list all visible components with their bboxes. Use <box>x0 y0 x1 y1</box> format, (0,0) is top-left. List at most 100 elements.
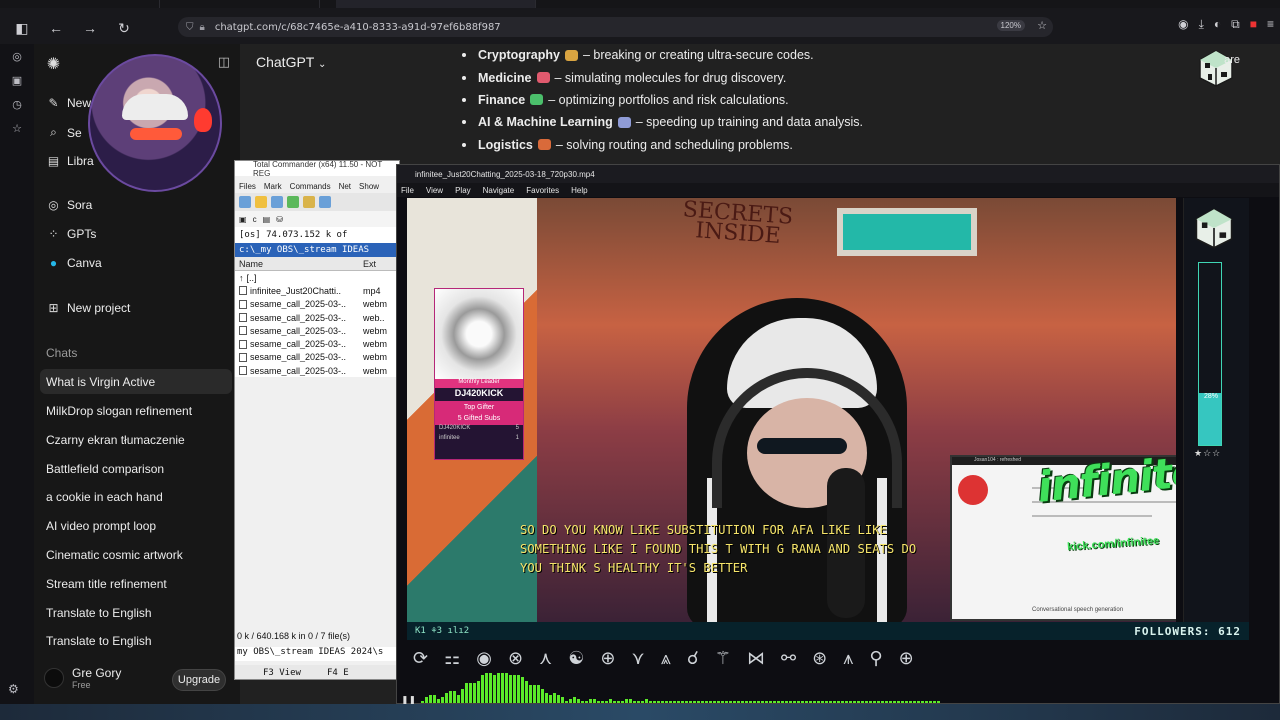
tc-menu-commands[interactable]: Commands <box>290 182 331 191</box>
waveform-bar <box>793 701 796 703</box>
drive-letter[interactable]: c <box>253 215 257 224</box>
chat-item[interactable]: Translate to English <box>40 600 232 625</box>
tree-icon[interactable] <box>271 196 283 208</box>
chat-item[interactable]: What is Virgin Active <box>40 369 232 394</box>
waveform-bar <box>469 683 472 703</box>
reload-icon[interactable]: ↻ <box>112 16 136 40</box>
upgrade-button[interactable]: Upgrade <box>172 669 226 691</box>
new-project-button[interactable]: ⊞ New project <box>46 301 130 315</box>
video-frame[interactable]: SECRETS INSIDE Monthly Leader DJ420KICK T… <box>407 198 1176 622</box>
player-menu-play[interactable]: Play <box>455 186 471 195</box>
waveform-bar <box>485 673 488 703</box>
browser-tab-active[interactable] <box>336 0 536 8</box>
player-menu-favorites[interactable]: Favorites <box>526 186 559 195</box>
col-name[interactable]: Name <box>235 259 363 269</box>
player-menu-help[interactable]: Help <box>571 186 587 195</box>
leader-label: Monthly Leader <box>435 379 523 388</box>
canva-icon: ● <box>49 256 58 270</box>
player-menu-navigate[interactable]: Navigate <box>483 186 515 195</box>
player-menu-view[interactable]: View <box>426 186 443 195</box>
unpack-icon[interactable] <box>319 196 331 208</box>
wallet-icon[interactable]: ▣ <box>0 68 34 92</box>
waveform-bar <box>473 683 476 703</box>
pin-icon[interactable]: ☆ <box>0 116 34 140</box>
table-row[interactable]: sesame_call_2025-03-.. webm <box>235 297 399 311</box>
pack-icon[interactable] <box>303 196 315 208</box>
sidebar-item-sora[interactable]: ◎ Sora <box>46 198 92 212</box>
user-menu[interactable]: Gre Gory Free <box>44 666 121 690</box>
file-icon <box>239 339 247 349</box>
zoom-level[interactable]: 120% <box>996 20 1025 31</box>
tc-menu-show[interactable]: Show <box>359 182 379 191</box>
f3-view-button[interactable]: F3 View <box>263 668 301 678</box>
search-label: Se <box>67 125 82 140</box>
table-row[interactable]: ↑ [..] <box>235 271 399 285</box>
tc-menu-net[interactable]: Net <box>339 182 351 191</box>
player-menu-file[interactable]: File <box>401 186 414 195</box>
sidebar-toggle-icon[interactable]: ◧ <box>10 16 34 40</box>
table-row[interactable]: sesame_call_2025-03-.. web.. <box>235 310 399 325</box>
view-icon[interactable] <box>255 196 267 208</box>
waveform-bar <box>529 685 532 703</box>
openai-logo[interactable]: ✺ <box>46 54 61 74</box>
top-gifter-line-1: Top Gifter <box>463 404 495 411</box>
forward-icon[interactable]: → <box>78 16 102 40</box>
chat-item[interactable]: Battlefield comparison <box>40 456 232 481</box>
new-chat-button[interactable]: ✎ New <box>46 96 91 110</box>
chat-item[interactable]: Czarny ekran tłumaczenie <box>40 427 232 452</box>
bookmark-star-icon[interactable]: ☆ <box>1037 19 1047 32</box>
tc-free-space: [os] 74.073.152 k of <box>235 227 399 243</box>
refresh-icon[interactable] <box>239 196 251 208</box>
chat-item[interactable]: Translate to English <box>40 628 232 653</box>
sidebar-item-canva[interactable]: ● Canva <box>46 256 102 270</box>
browser-tab[interactable] <box>30 0 160 8</box>
copy-icon[interactable] <box>287 196 299 208</box>
waveform-bar <box>677 701 680 703</box>
chat-item[interactable]: MilkDrop slogan refinement <box>40 398 232 423</box>
model-selector[interactable]: ChatGPT ⌄ <box>256 54 326 70</box>
tc-menu-mark[interactable]: Mark <box>264 182 282 191</box>
chat-item[interactable]: AI video prompt loop <box>40 513 232 538</box>
waveform-bar <box>465 683 468 703</box>
table-row[interactable]: infinitee_Just20Chatti.. mp4 <box>235 284 399 298</box>
chat-item[interactable]: a cookie in each hand <box>40 484 232 509</box>
tc-path[interactable]: c:\_my OBS\_stream IDEAS <box>235 243 399 257</box>
net-icon[interactable]: ⛁ <box>276 215 283 224</box>
glyph-icon: ⋏ <box>539 647 553 669</box>
table-row[interactable]: sesame_call_2025-03-.. webm <box>235 324 399 338</box>
drive-icon[interactable]: ▣ <box>239 215 247 224</box>
chat-item[interactable]: Cinematic cosmic artwork <box>40 542 232 567</box>
waveform-bar <box>613 701 616 703</box>
browser-tab[interactable] <box>180 0 320 8</box>
extension-icon[interactable]: ◐ <box>1214 17 1221 32</box>
bullet-text: – speeding up training and data analysis… <box>635 115 863 130</box>
settings-gear-icon[interactable]: ⚙ <box>8 682 26 698</box>
chat-item[interactable]: Stream title refinement <box>40 571 232 596</box>
profile-icon[interactable]: ■ <box>1250 17 1257 32</box>
search-chats-button[interactable]: ⌕ Se <box>46 125 82 140</box>
menu-icon[interactable]: ≡ <box>1267 17 1274 32</box>
table-row[interactable]: sesame_call_2025-03-.. webm <box>235 337 399 351</box>
puzzle-icon[interactable]: ⧉ <box>1231 17 1240 32</box>
library-button[interactable]: ▤ Libra <box>46 154 94 168</box>
back-icon[interactable]: ← <box>44 16 68 40</box>
f4-edit-button[interactable]: F4 E <box>327 668 349 678</box>
file-icon <box>239 326 247 336</box>
waveform-bar <box>781 701 784 703</box>
waveform-bar <box>833 701 836 703</box>
download-icon[interactable]: ⤓ <box>1199 17 1204 32</box>
share-button[interactable]: are <box>1224 54 1240 66</box>
table-row[interactable]: sesame_call_2025-03-.. webm <box>235 350 399 365</box>
url-field[interactable]: ⛉ 🔒︎ chatgpt.com/c/68c7465e-a410-8333-a9… <box>178 17 1053 37</box>
col-ext[interactable]: Ext <box>363 259 376 269</box>
close-sidebar-icon[interactable]: ◫ <box>218 54 230 70</box>
tc-command-line[interactable]: my OBS\_stream IDEAS 2024\s <box>235 647 399 661</box>
sidebar-item-gpts[interactable]: ⁘ GPTs <box>46 227 96 241</box>
table-row[interactable]: sesame_call_2025-03-.. webm <box>235 364 399 378</box>
messenger-icon[interactable]: ◎ <box>0 44 34 68</box>
folder-icon[interactable]: ▤ <box>263 215 271 224</box>
tc-menu-files[interactable]: Files <box>239 182 256 191</box>
history-icon[interactable]: ◷ <box>0 92 34 116</box>
camera-icon[interactable]: ◉ <box>1178 17 1188 32</box>
waveform-bar <box>437 699 440 703</box>
